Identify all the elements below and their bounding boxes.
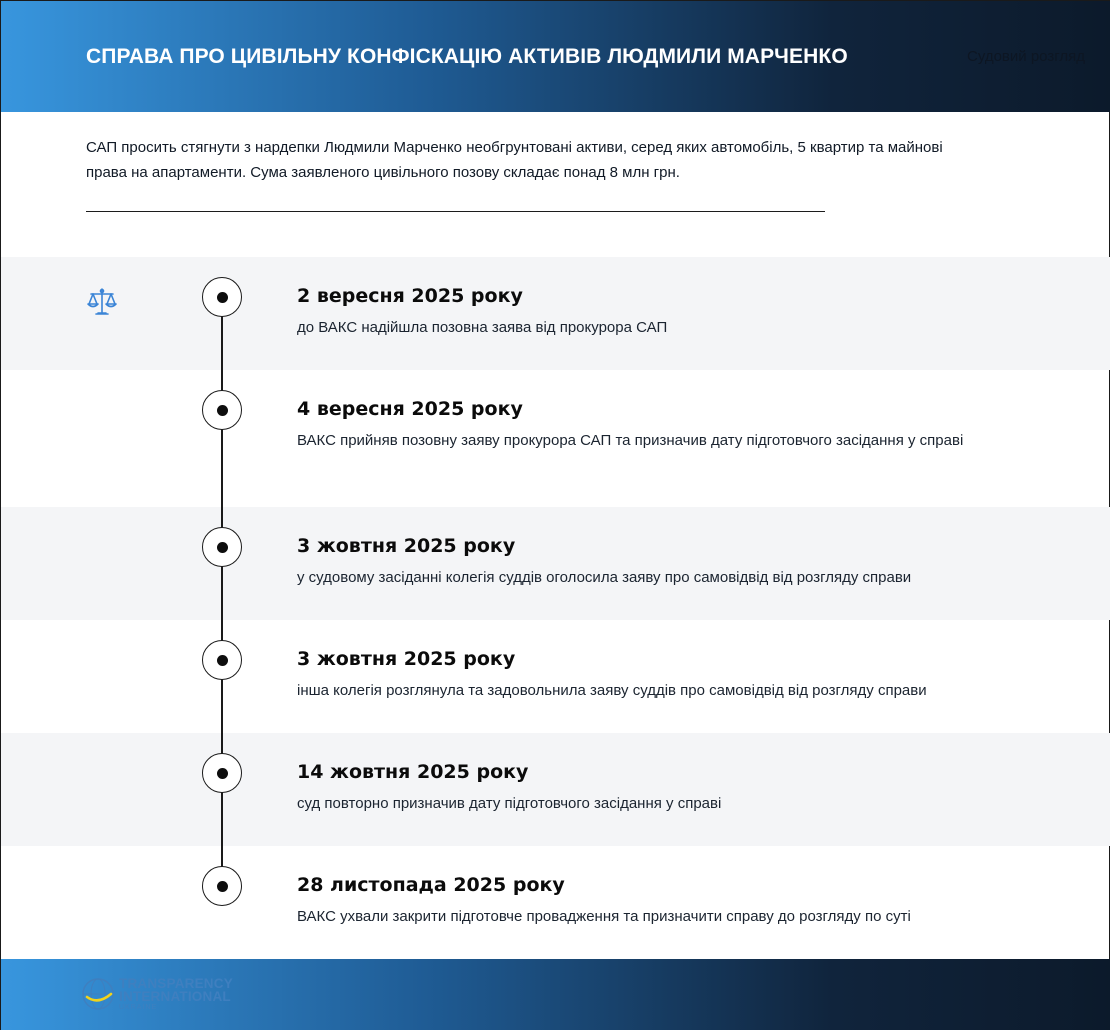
event-date: 4 вересня 2025 року xyxy=(297,398,523,420)
category-tag: Судовий розгляд xyxy=(967,48,1085,65)
timeline-row-background xyxy=(1,507,1110,620)
scale-of-justice-icon xyxy=(87,288,117,315)
intro-text: САП просить стягнути з нардепки Людмили … xyxy=(86,139,943,181)
timeline-row-background xyxy=(1,620,1110,733)
intro-divider xyxy=(86,211,825,212)
timeline-node xyxy=(202,866,242,906)
timeline-row-background xyxy=(1,733,1110,846)
event-description: у судовому засіданні колегія суддів огол… xyxy=(297,569,912,586)
event-date: 3 жовтня 2025 року xyxy=(297,535,516,557)
timeline-node xyxy=(202,390,242,430)
header-banner: Справа про цивільну конфіскацію активів … xyxy=(1,1,1110,112)
globe-icon xyxy=(82,978,114,1010)
timeline-node xyxy=(202,640,242,680)
infographic-frame: Справа про цивільну конфіскацію активів … xyxy=(0,0,1110,1030)
timeline-line xyxy=(221,297,223,886)
event-date: 14 жовтня 2025 року xyxy=(297,761,529,783)
event-description: суд повторно призначив дату підготовчого… xyxy=(297,795,722,812)
timeline-node xyxy=(202,527,242,567)
logo-text: INTERNATIONAL xyxy=(119,989,231,1004)
logo-subtext: UKRAINE xyxy=(119,1004,158,1011)
event-description: ВАКС прийняв позовну заяву прокурора САП… xyxy=(297,432,964,449)
transparency-international-logo[interactable]: TRANSPARENCY INTERNATIONAL UKRAINE xyxy=(81,975,241,1015)
timeline-row-background xyxy=(1,846,1110,959)
event-description: ВАКС ухвали закрити підготовче проваджен… xyxy=(297,908,911,925)
event-description: інша колегія розглянула та задовольнила … xyxy=(297,682,927,699)
footer-banner: TRANSPARENCY INTERNATIONAL UKRAINE xyxy=(1,959,1110,1030)
event-date: 3 жовтня 2025 року xyxy=(297,648,516,670)
event-date: 28 листопада 2025 року xyxy=(297,874,565,896)
event-description: до ВАКС надійшла позовна заява від проку… xyxy=(297,319,668,336)
page-title: Справа про цивільну конфіскацію активів … xyxy=(86,45,848,68)
timeline-row-background xyxy=(1,257,1110,370)
timeline-node xyxy=(202,753,242,793)
event-date: 2 вересня 2025 року xyxy=(297,285,523,307)
timeline-node xyxy=(202,277,242,317)
